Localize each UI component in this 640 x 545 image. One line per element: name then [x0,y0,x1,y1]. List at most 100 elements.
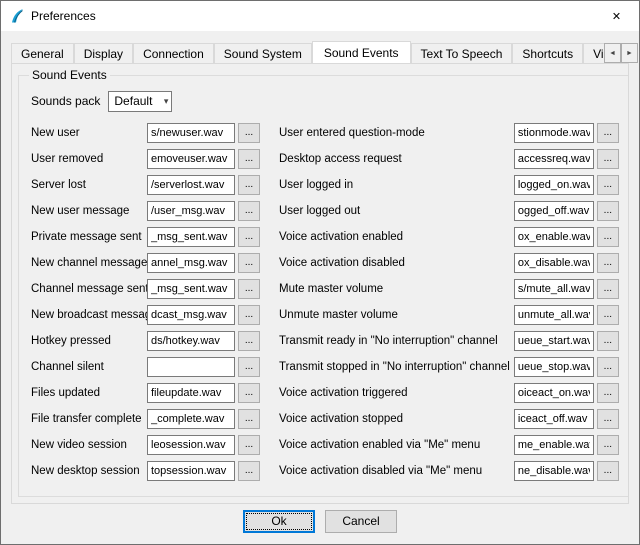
sound-event-label: Voice activation enabled via "Me" menu [279,439,514,451]
sound-event-row: Transmit ready in "No interruption" chan… [277,328,619,354]
tab-text-to-speech[interactable]: Text To Speech [411,43,513,63]
dialog-footer: Ok Cancel [1,504,639,544]
tab-connection[interactable]: Connection [133,43,214,63]
sound-event-row: User entered question-mode... [277,120,619,146]
sound-event-row: Server lost... [29,172,265,198]
sound-event-file-input[interactable] [147,331,235,351]
sound-event-file-input[interactable] [514,305,594,325]
sounds-pack-selected-value: Default [114,94,152,108]
title-bar[interactable]: Preferences ✕ [1,1,639,31]
browse-button[interactable]: ... [597,253,619,273]
sound-event-file-input[interactable] [147,253,235,273]
sound-event-file-input[interactable] [514,175,594,195]
sound-event-label: Transmit ready in "No interruption" chan… [279,335,514,347]
browse-button[interactable]: ... [238,331,260,351]
tab-display[interactable]: Display [74,43,133,63]
browse-button[interactable]: ... [597,123,619,143]
browse-button[interactable]: ... [597,435,619,455]
sound-event-file-input[interactable] [147,305,235,325]
sound-event-file-input[interactable] [514,149,594,169]
sound-event-row: Voice activation enabled... [277,224,619,250]
sound-event-file-input[interactable] [514,383,594,403]
browse-button[interactable]: ... [238,149,260,169]
close-icon[interactable]: ✕ [594,1,639,31]
browse-button[interactable]: ... [597,149,619,169]
sound-event-file-input[interactable] [514,435,594,455]
browse-button[interactable]: ... [597,201,619,221]
sound-event-row: Channel silent... [29,354,265,380]
browse-button[interactable]: ... [238,253,260,273]
tab-bar: GeneralDisplayConnectionSound SystemSoun… [1,31,639,63]
sound-event-file-input[interactable] [514,461,594,481]
sound-event-label: Channel silent [31,361,147,373]
sound-event-file-input[interactable] [147,227,235,247]
sound-event-label: User entered question-mode [279,127,514,139]
app-logo-icon [9,8,25,24]
sound-event-file-input[interactable] [147,201,235,221]
browse-button[interactable]: ... [238,175,260,195]
sound-event-file-input[interactable] [514,201,594,221]
browse-button[interactable]: ... [597,331,619,351]
sound-event-file-input[interactable] [514,227,594,247]
tab-scroll-right-icon[interactable]: ► [621,43,638,63]
sound-event-file-input[interactable] [147,149,235,169]
sound-event-file-input[interactable] [147,357,235,377]
browse-button[interactable]: ... [238,461,260,481]
sound-event-file-input[interactable] [514,331,594,351]
browse-button[interactable]: ... [597,175,619,195]
sound-event-file-input[interactable] [514,409,594,429]
browse-button[interactable]: ... [597,227,619,247]
sound-event-row: Hotkey pressed... [29,328,265,354]
sound-event-file-input[interactable] [147,279,235,299]
browse-button[interactable]: ... [597,383,619,403]
sound-event-file-input[interactable] [147,123,235,143]
tab-sound-events[interactable]: Sound Events [312,41,411,63]
sound-event-row: Desktop access request... [277,146,619,172]
sound-event-file-input[interactable] [514,253,594,273]
browse-button[interactable]: ... [238,383,260,403]
browse-button[interactable]: ... [238,279,260,299]
sound-event-row: New video session... [29,432,265,458]
sound-event-file-input[interactable] [514,123,594,143]
sound-event-file-input[interactable] [147,461,235,481]
tab-sound-system[interactable]: Sound System [214,43,312,63]
sound-event-label: Files updated [31,387,147,399]
sound-event-file-input[interactable] [147,383,235,403]
sound-event-row: Voice activation disabled via "Me" menu.… [277,458,619,484]
sound-event-label: Unmute master volume [279,309,514,321]
sound-event-row: Transmit stopped in "No interruption" ch… [277,354,619,380]
tab-general[interactable]: General [11,43,74,63]
browse-button[interactable]: ... [238,227,260,247]
sound-events-right-column: User entered question-mode...Desktop acc… [277,120,619,484]
browse-button[interactable]: ... [238,201,260,221]
sound-events-grid: New user...User removed...Server lost...… [29,120,619,484]
ok-button[interactable]: Ok [243,510,315,533]
sound-event-file-input[interactable] [514,279,594,299]
browse-button[interactable]: ... [238,435,260,455]
browse-button[interactable]: ... [238,357,260,377]
sound-event-file-input[interactable] [147,435,235,455]
browse-button[interactable]: ... [597,305,619,325]
browse-button[interactable]: ... [238,409,260,429]
browse-button[interactable]: ... [597,357,619,377]
browse-button[interactable]: ... [238,123,260,143]
tab-shortcuts[interactable]: Shortcuts [512,43,583,63]
tab-scroll-left-icon[interactable]: ◄ [604,43,621,63]
sounds-pack-select[interactable]: Default ▾ [108,91,172,112]
sound-event-label: Server lost [31,179,147,191]
sound-event-label: Transmit stopped in "No interruption" ch… [279,361,514,373]
sound-event-file-input[interactable] [514,357,594,377]
browse-button[interactable]: ... [238,305,260,325]
sound-event-row: Voice activation stopped... [277,406,619,432]
sound-event-label: User logged out [279,205,514,217]
sound-event-file-input[interactable] [147,175,235,195]
browse-button[interactable]: ... [597,461,619,481]
browse-button[interactable]: ... [597,409,619,429]
browse-button[interactable]: ... [597,279,619,299]
sound-event-label: New video session [31,439,147,451]
cancel-button[interactable]: Cancel [325,510,397,533]
sound-event-label: User removed [31,153,147,165]
chevron-down-icon: ▾ [164,96,169,107]
sound-event-label: Voice activation disabled [279,257,514,269]
sound-event-file-input[interactable] [147,409,235,429]
